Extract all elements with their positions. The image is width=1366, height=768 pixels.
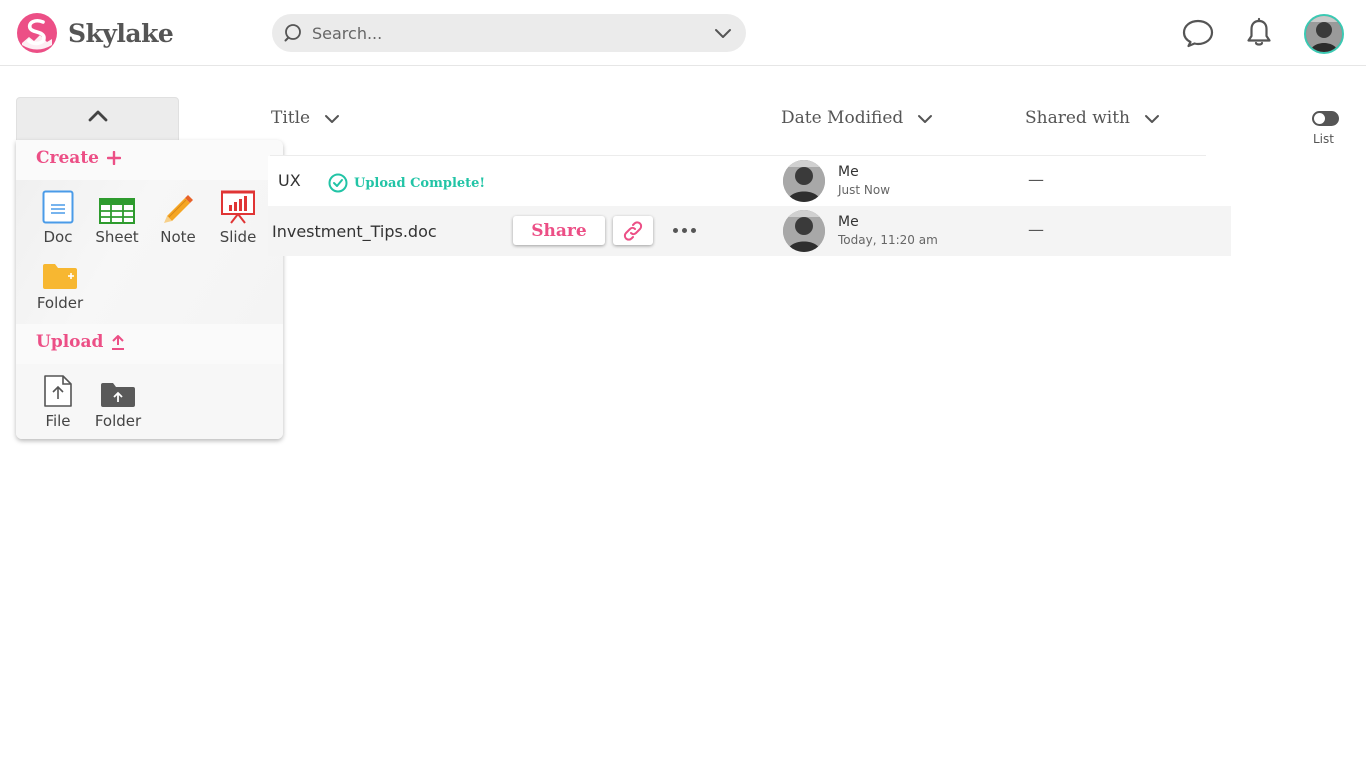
create-slide-button[interactable]: Slide (218, 188, 258, 246)
table-row[interactable]: Investment_Tips.doc Share Me Today, 11:2… (268, 206, 1231, 256)
pencil-icon (164, 195, 193, 223)
upload-folder-button[interactable]: Folder (94, 372, 142, 430)
chevron-down-icon[interactable] (714, 26, 732, 40)
table-row[interactable]: UX Upload Complete! Me Just Now — (268, 156, 1231, 206)
slide-icon (221, 190, 255, 224)
check-circle-icon (328, 173, 348, 193)
search-icon (284, 24, 301, 42)
app-logo[interactable]: Skylake (16, 12, 174, 54)
create-doc-button[interactable]: Doc (38, 188, 78, 246)
avatar-photo-icon (783, 210, 825, 252)
file-name[interactable]: UX (278, 171, 301, 190)
app-name: Skylake (68, 18, 174, 48)
more-options-button[interactable] (668, 220, 700, 240)
create-sheet-label: Sheet (95, 228, 139, 246)
dot (672, 227, 678, 233)
sheet-icon (99, 198, 135, 224)
copy-link-button[interactable] (613, 216, 653, 245)
chevron-down-icon (325, 115, 340, 123)
create-sheet-button[interactable]: Sheet (94, 188, 140, 246)
link-icon (623, 220, 643, 241)
create-folder-label: Folder (36, 294, 84, 312)
column-header-title[interactable]: Title (271, 108, 340, 128)
bell-icon[interactable] (1243, 17, 1275, 49)
shared-column-label: Shared with (1025, 108, 1130, 128)
doc-icon (42, 190, 74, 224)
create-label: Create (36, 148, 99, 168)
upload-folder-icon (101, 383, 135, 407)
upload-file-label: File (45, 412, 71, 430)
dot (690, 227, 696, 233)
avatar-photo-icon (783, 160, 825, 202)
create-slide-label: Slide (219, 228, 257, 246)
upload-status-text: Upload Complete! (354, 175, 486, 191)
search-input[interactable] (312, 14, 692, 52)
upload-file-button[interactable]: File (38, 372, 78, 430)
shared-with: — (1028, 220, 1044, 239)
new-item-menu: Create Doc Sheet Note Slide Folder Uploa… (16, 140, 283, 439)
owner-name: Me (838, 164, 859, 180)
user-avatar[interactable] (1304, 14, 1344, 54)
upload-folder-label: Folder (94, 412, 142, 430)
share-button[interactable]: Share (513, 216, 605, 245)
create-heading: Create (36, 148, 121, 168)
create-doc-label: Doc (43, 228, 73, 246)
plus-icon (107, 151, 121, 165)
owner-avatar (783, 160, 825, 202)
upload-file-icon (44, 375, 72, 407)
search-bar[interactable] (272, 14, 746, 52)
top-bar: Skylake (0, 0, 1366, 66)
shared-with: — (1028, 170, 1044, 189)
chevron-down-icon (918, 115, 933, 123)
avatar-photo-icon (1306, 16, 1342, 52)
skylake-logo-icon (17, 13, 57, 53)
file-name[interactable]: Investment_Tips.doc (272, 222, 437, 241)
column-header-shared-with[interactable]: Shared with (1025, 108, 1160, 128)
upload-arrow-icon (112, 335, 125, 350)
chevron-up-icon (88, 110, 108, 122)
list-view-toggle[interactable] (1312, 111, 1339, 126)
title-column-label: Title (271, 108, 311, 128)
upload-heading: Upload (36, 332, 125, 352)
create-folder-button[interactable]: Folder (36, 254, 84, 312)
owner-avatar (783, 210, 825, 252)
list-view-label: List (1313, 132, 1334, 146)
column-header-date-modified[interactable]: Date Modified (781, 108, 933, 128)
modified-time: Today, 11:20 am (838, 233, 938, 247)
collapse-menu-button[interactable] (16, 97, 179, 141)
create-note-button[interactable]: Note (157, 188, 199, 246)
upload-label: Upload (36, 332, 104, 352)
chat-icon[interactable] (1182, 17, 1214, 49)
dot (681, 227, 687, 233)
owner-name: Me (838, 214, 859, 230)
create-note-label: Note (160, 228, 196, 246)
upload-status: Upload Complete! (328, 173, 485, 193)
chevron-down-icon (1144, 115, 1159, 123)
modified-time: Just Now (838, 183, 891, 197)
date-column-label: Date Modified (781, 108, 904, 128)
new-folder-icon (43, 264, 77, 289)
